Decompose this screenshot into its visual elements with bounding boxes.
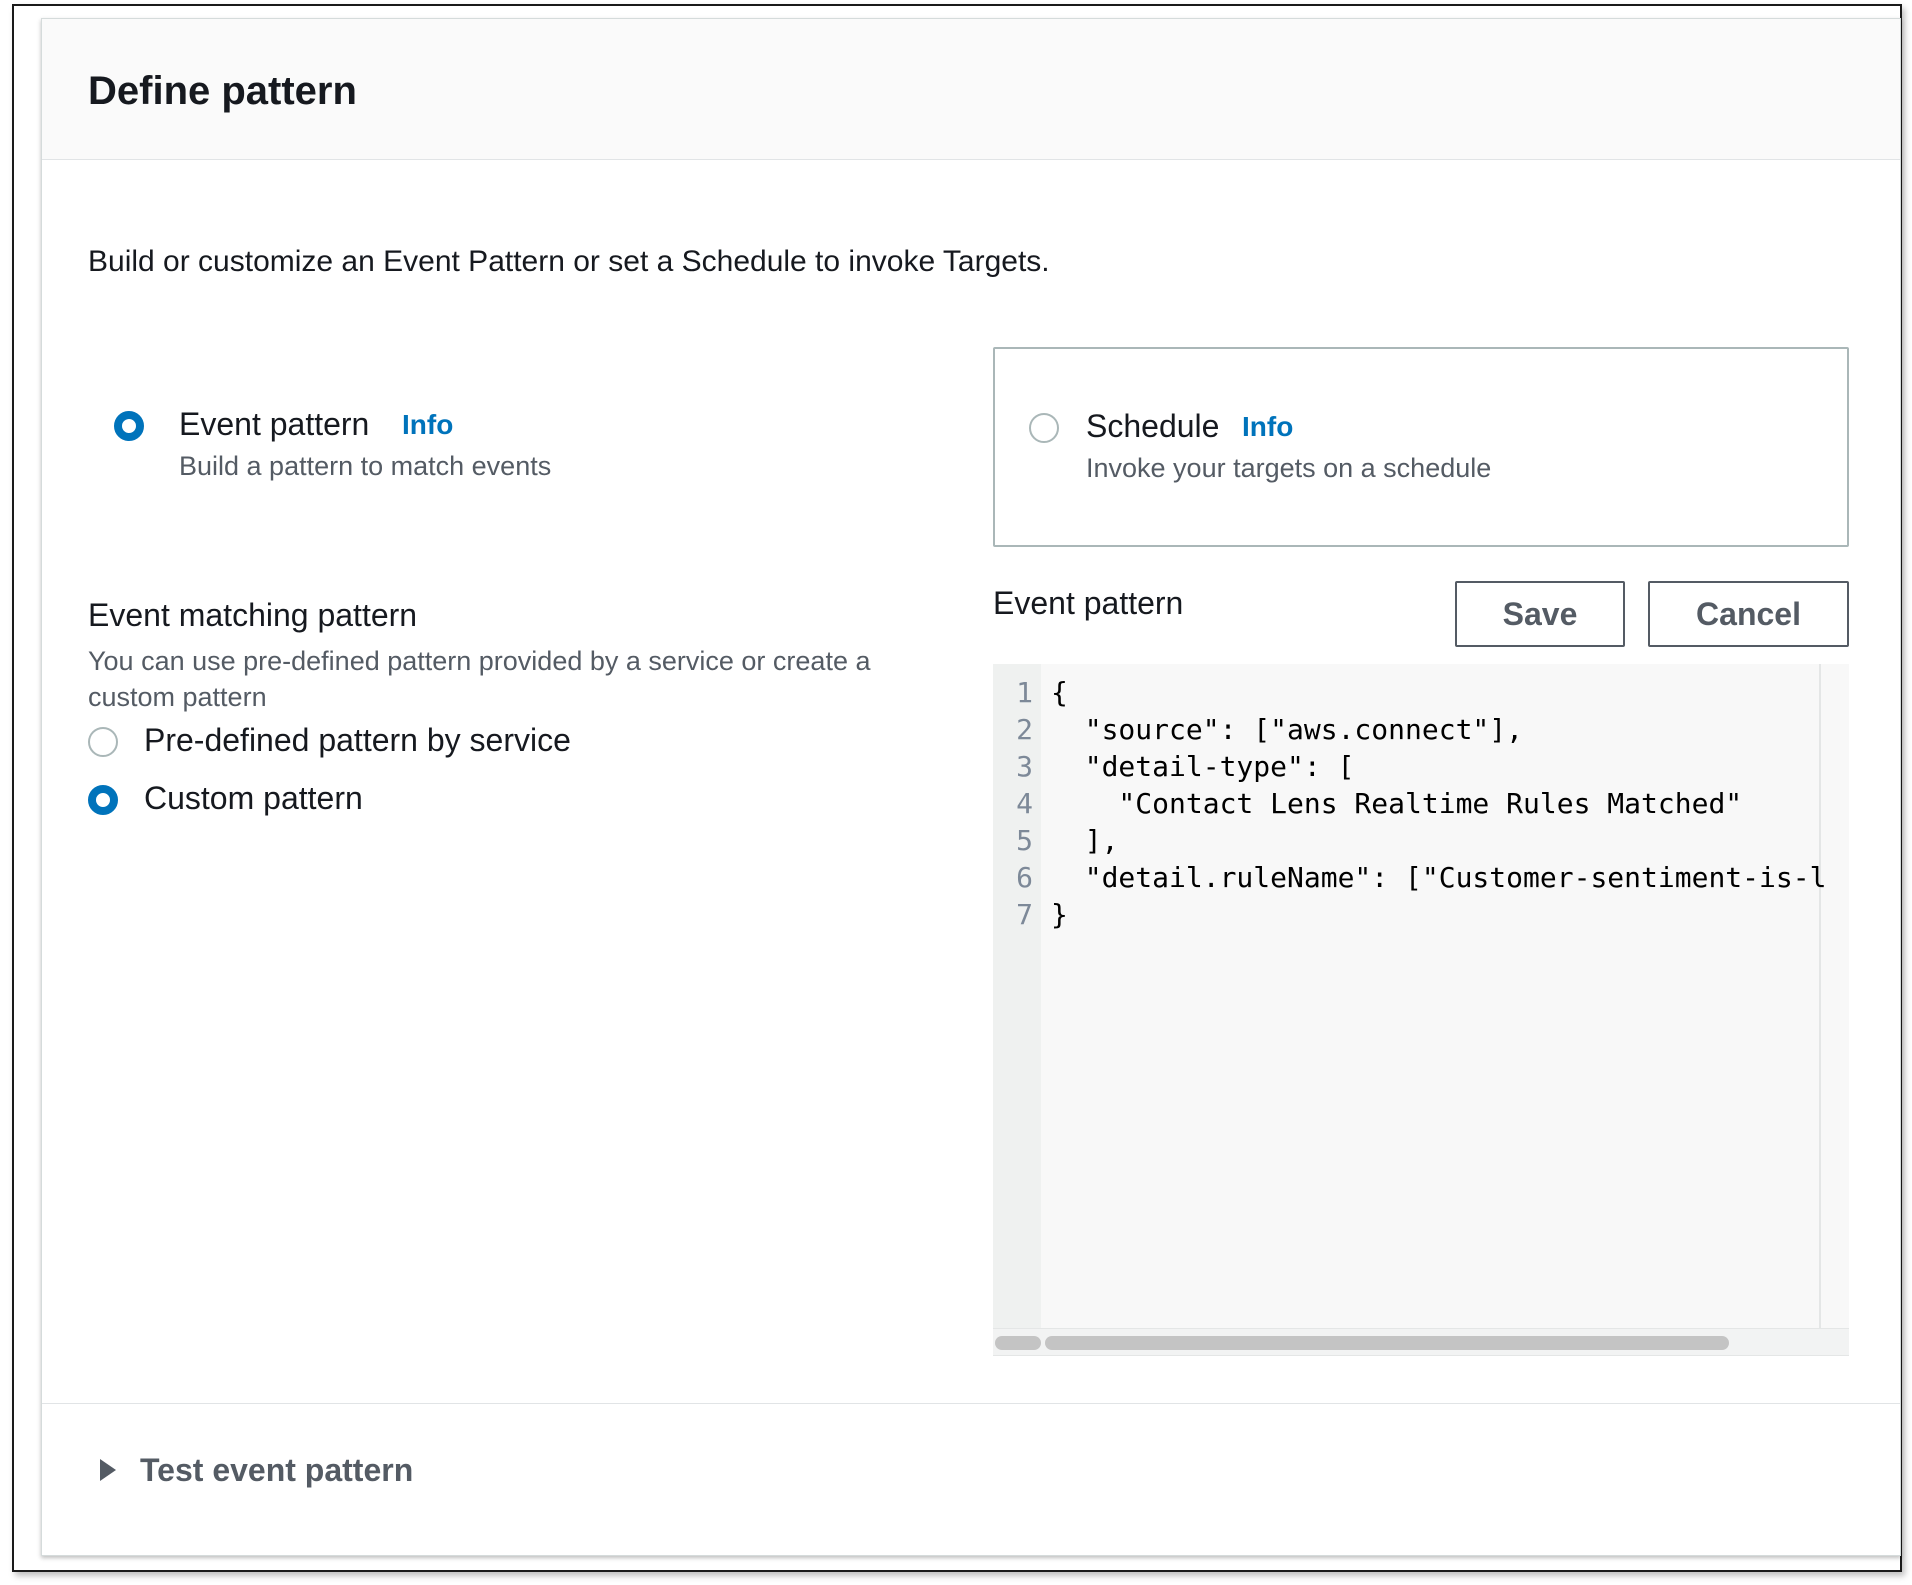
line-number: 3 bbox=[1016, 750, 1033, 783]
event-pattern-label: Event pattern bbox=[179, 406, 370, 442]
cancel-button[interactable]: Cancel bbox=[1648, 581, 1849, 647]
line-number: 2 bbox=[1016, 713, 1033, 746]
code-line: 2 "source": ["aws.connect"], bbox=[993, 711, 1523, 748]
custom-pattern-radio[interactable] bbox=[88, 785, 118, 815]
line-text: "detail-type": [ bbox=[1051, 750, 1355, 783]
scrollbar-gutter-segment bbox=[995, 1336, 1041, 1350]
code-line: 1{ bbox=[993, 674, 1068, 711]
line-text: "Contact Lens Realtime Rules Matched" bbox=[1051, 787, 1743, 820]
line-number: 6 bbox=[1016, 861, 1033, 894]
panel-header: Define pattern bbox=[42, 19, 1900, 160]
define-pattern-panel: Define pattern Build or customize an Eve… bbox=[41, 18, 1901, 1556]
schedule-label: Schedule bbox=[1086, 408, 1220, 444]
line-text: { bbox=[1051, 676, 1068, 709]
panel-description: Build or customize an Event Pattern or s… bbox=[88, 245, 1050, 278]
line-text: ], bbox=[1051, 824, 1119, 857]
rule-type-schedule-option[interactable] bbox=[993, 347, 1849, 547]
code-line: 5 ], bbox=[993, 822, 1118, 859]
test-event-pattern-expander[interactable]: Test event pattern bbox=[100, 1445, 413, 1495]
caret-right-icon bbox=[100, 1459, 116, 1481]
line-number: 7 bbox=[1016, 898, 1033, 931]
save-button[interactable]: Save bbox=[1455, 581, 1625, 647]
schedule-info-link[interactable]: Info bbox=[1242, 411, 1293, 443]
code-line: 3 "detail-type": [ bbox=[993, 748, 1354, 785]
event-pattern-description: Build a pattern to match events bbox=[179, 451, 552, 481]
line-number: 4 bbox=[1016, 787, 1033, 820]
footer-divider bbox=[42, 1403, 1900, 1404]
screenshot-frame: Define pattern Build or customize an Eve… bbox=[12, 4, 1902, 1572]
schedule-description: Invoke your targets on a schedule bbox=[1086, 453, 1492, 483]
custom-pattern-label: Custom pattern bbox=[144, 780, 363, 816]
code-line: 4 "Contact Lens Realtime Rules Matched" bbox=[993, 785, 1742, 822]
predefined-pattern-label: Pre-defined pattern by service bbox=[144, 722, 571, 758]
code-lines: 1{ 2 "source": ["aws.connect"], 3 "detai… bbox=[993, 674, 1826, 933]
schedule-radio[interactable] bbox=[1029, 413, 1059, 443]
code-line: 6 "detail.ruleName": ["Customer-sentimen… bbox=[993, 859, 1826, 896]
line-number: 1 bbox=[1016, 676, 1033, 709]
line-text: "source": ["aws.connect"], bbox=[1051, 713, 1524, 746]
line-number: 5 bbox=[1016, 824, 1033, 857]
test-event-pattern-label: Test event pattern bbox=[140, 1451, 414, 1488]
event-pattern-info-link[interactable]: Info bbox=[402, 409, 453, 441]
event-matching-pattern-description: You can use pre-defined pattern provided… bbox=[88, 646, 871, 712]
code-line: 7} bbox=[993, 896, 1068, 933]
panel-title: Define pattern bbox=[88, 69, 357, 113]
event-matching-pattern-title: Event matching pattern bbox=[88, 597, 418, 633]
horizontal-scrollbar-thumb[interactable] bbox=[1045, 1336, 1729, 1350]
line-text: } bbox=[1051, 898, 1068, 931]
event-pattern-radio[interactable] bbox=[114, 411, 144, 441]
predefined-pattern-radio[interactable] bbox=[88, 727, 118, 757]
line-text: "detail.ruleName": ["Customer-sentiment-… bbox=[1051, 861, 1827, 894]
event-pattern-editor-title: Event pattern bbox=[993, 585, 1184, 621]
horizontal-scrollbar[interactable] bbox=[993, 1328, 1849, 1356]
editor-vertical-edge bbox=[1819, 664, 1821, 1328]
event-pattern-code-editor[interactable]: 1{ 2 "source": ["aws.connect"], 3 "detai… bbox=[993, 664, 1849, 1356]
